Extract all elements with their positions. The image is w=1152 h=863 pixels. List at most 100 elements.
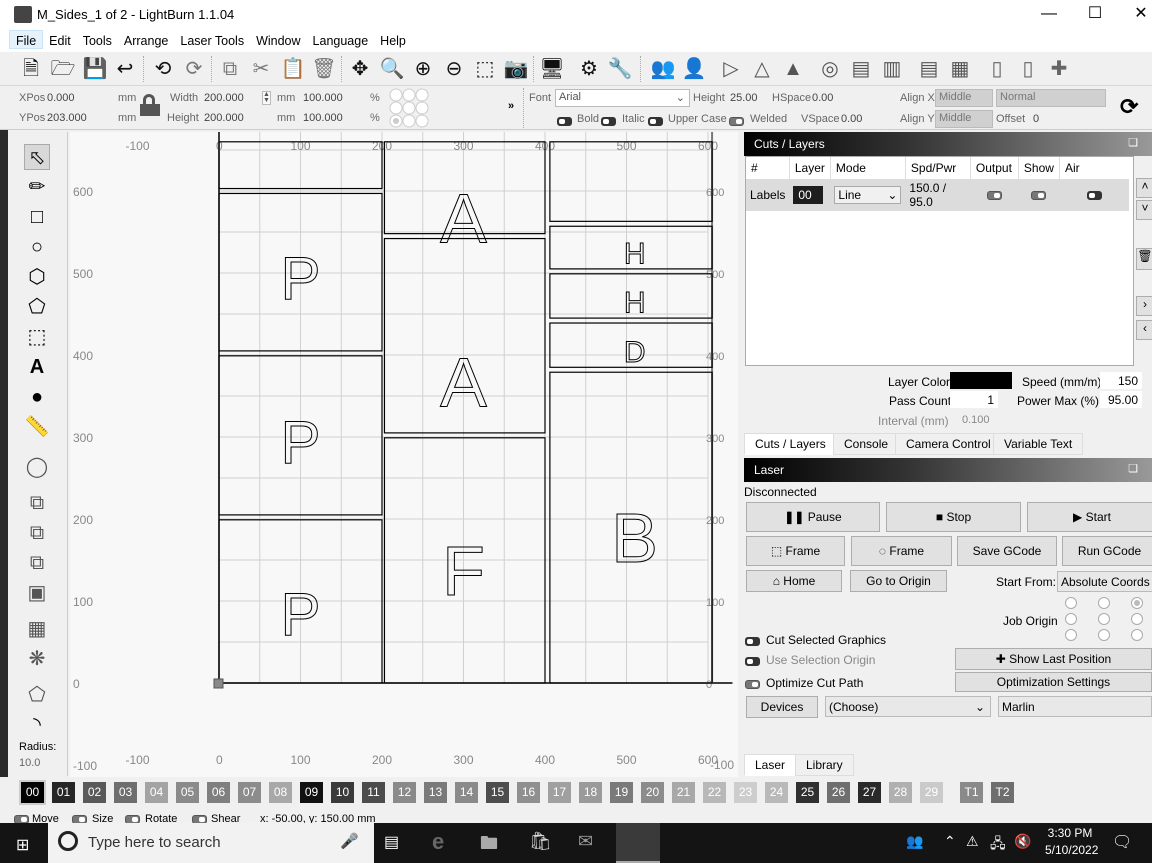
align-middle-icon[interactable]: ▥ [879,56,905,82]
vspace-field[interactable]: 0.00 [841,113,862,125]
text-glyph[interactable]: D [623,335,646,369]
layer-color-swatch[interactable] [950,372,1012,389]
palette-swatch-05[interactable]: 05 [176,782,199,803]
palette-swatch-23[interactable]: 23 [734,782,757,803]
expand-icon[interactable]: › [1136,296,1152,316]
store-icon[interactable]: 🛍 [529,831,552,852]
palette-swatch-06[interactable]: 06 [207,782,230,803]
menu-tools[interactable]: Tools [77,31,118,48]
run-gcode-button[interactable]: Run GCode [1062,536,1152,566]
job-origin-radio[interactable] [1065,613,1077,625]
monitor-icon[interactable]: 🖥 [539,56,565,82]
intersect-icon[interactable]: ▣ [24,580,50,606]
row-air-toggle[interactable] [1059,179,1130,211]
weld-icon[interactable]: ⧉ [24,490,50,516]
move-icon[interactable]: ✥ [347,56,373,82]
float-panel-icon[interactable]: ❏ [1128,136,1138,149]
align-left-icon[interactable]: ▦ [947,56,973,82]
clock[interactable]: 3:30 PM 5/10/2022 [1045,826,1098,857]
tab-laser[interactable]: Laser [744,754,797,776]
group-icon[interactable]: 👥 [650,56,676,82]
palette-swatch-13[interactable]: 13 [424,782,447,803]
palette-swatch-01[interactable]: 01 [52,782,75,803]
subtract-icon[interactable]: ⧉ [24,550,50,576]
row-output-toggle[interactable] [970,179,1019,211]
corner-radius-icon[interactable]: ◝ [24,712,50,738]
palette-swatch-20[interactable]: 20 [641,782,664,803]
delete-icon[interactable]: 🗑 [311,56,337,82]
job-origin-radio[interactable] [1131,629,1143,641]
move-toggle[interactable] [14,813,29,823]
file-explorer-icon[interactable]: 🖿 [480,831,498,861]
offset-icon[interactable]: ◯ [24,454,50,480]
palette-swatch-19[interactable]: 19 [610,782,633,803]
palette-swatch-02[interactable]: 02 [83,782,106,803]
palette-swatch-25[interactable]: 25 [796,782,819,803]
text-glyph[interactable]: A [440,179,488,258]
design-canvas[interactable]: -100 0 100 200 300 400 500 600 600 500 400 300 200 10… [70,132,738,777]
text-glyph[interactable]: A [440,343,488,422]
menu-language[interactable]: Language [307,31,375,48]
device-select[interactable]: (Choose) ⌄ [825,696,991,717]
palette-swatch-29[interactable]: 29 [920,782,943,803]
palette-swatch-T1[interactable]: T1 [960,782,983,803]
radius-field[interactable]: 10.0 [19,757,40,769]
mirror-icon[interactable]: △ [749,56,775,82]
float-panel-icon[interactable]: ❏ [1128,462,1138,475]
palette-swatch-14[interactable]: 14 [455,782,478,803]
bold-toggle[interactable] [557,114,572,128]
job-origin-radio[interactable] [1098,629,1110,641]
select-tool-icon[interactable]: ⬁ [24,144,50,170]
measure-icon[interactable]: 📏 [24,414,50,440]
frame-circle-button[interactable]: ◌ Frame [851,536,952,566]
taskbar-search[interactable]: Type here to search 🎤 [48,823,374,863]
maximize-button[interactable]: ☐ [1072,0,1118,30]
refresh-icon[interactable]: ⟳ [1120,94,1138,120]
palette-swatch-28[interactable]: 28 [889,782,912,803]
cut-icon[interactable]: ✂ [248,56,274,82]
text-glyph[interactable]: B [611,499,659,578]
import-icon[interactable]: ↩ [112,56,138,82]
xpos-spinner[interactable]: ▲ ▼ [262,91,271,105]
align-top-icon[interactable]: ▤ [848,56,874,82]
edit-polygon-icon[interactable]: ⬠ [24,294,50,320]
width-field[interactable]: 200.000 [204,92,244,104]
height-field[interactable]: 200.000 [204,112,244,124]
job-origin-radio[interactable] [1098,597,1110,609]
interval-field[interactable]: 0.100 [962,414,990,426]
palette-swatch-15[interactable]: 15 [486,782,509,803]
text-glyph[interactable]: H [623,286,646,320]
zoom-out-icon[interactable]: ⊖ [441,56,467,82]
reference-point-grid[interactable] [389,88,429,128]
redo-icon[interactable]: ⟳ [181,56,207,82]
palette-swatch-00[interactable]: 00 [19,780,46,805]
tab-console[interactable]: Console [833,433,900,455]
more-options-button[interactable]: » [508,100,514,112]
crosshair-icon[interactable]: ✚ [1046,56,1072,82]
camera-icon[interactable]: 📷 [503,56,529,82]
palette-swatch-26[interactable]: 26 [827,782,850,803]
table-row[interactable]: Labels 00 Line ⌄ 150.0 / 95.0 [746,179,1130,211]
text-height-field[interactable]: 25.00 [730,92,758,104]
text-glyph[interactable]: P [280,581,321,649]
distribute-vertical-icon[interactable]: ▯ [1015,56,1041,82]
ungroup-icon[interactable]: 👤 [681,56,707,82]
style-select[interactable]: Normal [996,89,1106,107]
start-from-select[interactable]: Absolute Coords [1057,571,1152,592]
copy-icon[interactable]: ⧉ [217,56,243,82]
polygon-icon[interactable]: ⬡ [24,264,50,290]
scale-width-field[interactable]: 100.000 [303,92,343,104]
cut-selected-toggle[interactable] [745,634,760,648]
palette-swatch-10[interactable]: 10 [331,782,354,803]
palette-swatch-11[interactable]: 11 [362,782,385,803]
zoom-to-page-icon[interactable]: 🔍 [379,56,405,82]
go-to-origin-button[interactable]: Go to Origin [850,570,947,592]
open-folder-icon[interactable]: 🗁 [50,56,76,82]
palette-swatch-03[interactable]: 03 [114,782,137,803]
show-hidden-icons[interactable]: ⌃ [944,833,956,850]
task-view-icon[interactable]: ▤ [384,832,399,852]
stop-button[interactable]: ■ Stop [886,502,1021,532]
position-laser-icon[interactable]: ⬚ [24,324,50,350]
text-glyph[interactable]: P [280,408,321,476]
marker-icon[interactable]: ● [24,384,50,410]
